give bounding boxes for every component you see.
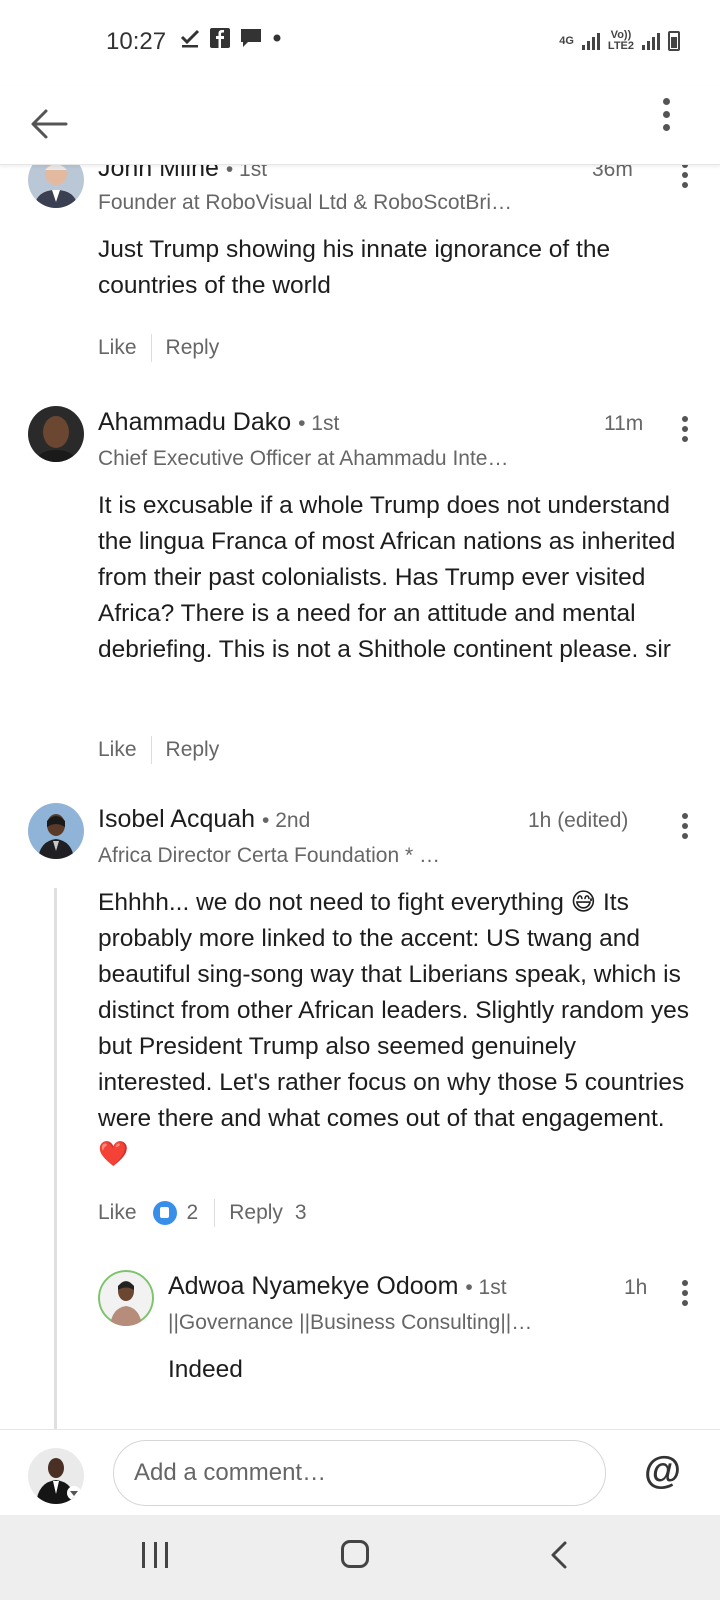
dot-icon xyxy=(273,34,281,42)
comment-text: Indeed xyxy=(168,1356,243,1383)
like-button[interactable]: Like xyxy=(98,1201,137,1225)
comment-text: It is excusable if a whole Trump does no… xyxy=(98,492,676,663)
like-button[interactable]: Like xyxy=(98,336,137,360)
comment-menu-icon[interactable] xyxy=(680,164,690,192)
battery-icon xyxy=(668,31,680,51)
avatar[interactable] xyxy=(28,803,84,859)
comment-time: 36m xyxy=(592,164,633,181)
status-notification-icons xyxy=(180,28,282,48)
mention-icon[interactable]: @ xyxy=(644,1450,681,1493)
recents-icon[interactable] xyxy=(142,1542,168,1568)
comment-text: Just Trump showing his innate ignorance … xyxy=(98,236,611,299)
connection-degree: • 2nd xyxy=(262,809,311,832)
author-name[interactable]: Isobel Acquah xyxy=(98,805,255,833)
comment-actions: Like 2 Reply 3 xyxy=(98,1199,307,1227)
action-divider xyxy=(214,1199,216,1227)
home-icon[interactable] xyxy=(341,1540,369,1568)
author-name-line[interactable]: John Milne • 1st xyxy=(98,164,267,183)
author-headline: Chief Executive Officer at Ahammadu Inte… xyxy=(98,447,509,470)
author-name[interactable]: Ahammadu Dako xyxy=(98,408,291,436)
connection-degree: • 1st xyxy=(465,1276,507,1299)
comment-input[interactable] xyxy=(113,1440,606,1506)
comment-composer: @ xyxy=(0,1429,720,1516)
arrow-left-icon[interactable] xyxy=(28,102,72,146)
comments-list: John Milne • 1st 36m Founder at RoboVisu… xyxy=(0,164,720,1429)
reply-button[interactable]: Reply xyxy=(166,738,220,762)
like-count[interactable]: 2 xyxy=(187,1201,199,1225)
comment-menu-icon[interactable] xyxy=(680,813,690,843)
avatar[interactable] xyxy=(28,406,84,462)
status-system-icons: 4G Vo)) LTE2 xyxy=(559,30,680,52)
comment-actions: Like Reply xyxy=(98,334,219,362)
avatar[interactable] xyxy=(28,164,84,208)
author-name-line[interactable]: Adwoa Nyamekye Odoom • 1st xyxy=(168,1272,507,1301)
nav-back-icon[interactable] xyxy=(548,1540,570,1570)
comment-actions: Like Reply xyxy=(98,736,219,764)
comment-time: 1h (edited) xyxy=(528,809,629,832)
my-avatar[interactable] xyxy=(28,1448,84,1504)
author-name-line[interactable]: Isobel Acquah • 2nd xyxy=(98,805,310,834)
avatar[interactable] xyxy=(98,1270,154,1326)
system-nav-bar xyxy=(0,1515,720,1600)
author-name-line[interactable]: Ahammadu Dako • 1st xyxy=(98,408,339,437)
comment-time: 1h xyxy=(624,1276,648,1299)
author-headline: Founder at RoboVisual Ltd & RoboScotBri… xyxy=(98,191,513,214)
check-icon xyxy=(180,29,200,48)
thread-line xyxy=(54,888,57,1429)
connection-degree: • 1st xyxy=(298,412,340,435)
status-bar: 10:27 4G Vo)) LTE2 xyxy=(0,0,720,86)
signal-icon xyxy=(581,32,600,50)
signal-icon-2 xyxy=(642,32,660,50)
like-button[interactable]: Like xyxy=(98,738,137,762)
comment-menu-icon[interactable] xyxy=(680,1280,690,1310)
comment-menu-icon[interactable] xyxy=(680,416,690,446)
author-name[interactable]: Adwoa Nyamekye Odoom xyxy=(168,1272,458,1300)
reply-button[interactable]: Reply xyxy=(166,336,220,360)
reply-button[interactable]: Reply xyxy=(229,1201,283,1225)
comment-time: 11m xyxy=(604,412,644,435)
comment-text: Ehhhh... we do not need to fight everyth… xyxy=(98,889,689,1168)
volte-label: Vo)) LTE2 xyxy=(607,29,634,52)
more-vertical-icon[interactable] xyxy=(656,98,676,148)
app-top-bar xyxy=(0,86,720,165)
action-divider xyxy=(150,736,152,764)
author-name[interactable]: John Milne xyxy=(98,164,219,182)
reply-count[interactable]: 3 xyxy=(295,1201,307,1225)
connection-degree: • 1st xyxy=(225,164,268,181)
message-icon xyxy=(241,29,261,47)
author-headline: ||Governance ||Business Consulting||… xyxy=(168,1311,533,1334)
status-time: 10:27 xyxy=(106,28,167,55)
like-reaction-icon xyxy=(152,1201,177,1225)
facebook-icon xyxy=(210,28,230,48)
action-divider xyxy=(150,334,152,362)
network-4g-label: 4G xyxy=(559,34,574,47)
author-headline: Africa Director Certa Foundation * … xyxy=(98,844,440,867)
